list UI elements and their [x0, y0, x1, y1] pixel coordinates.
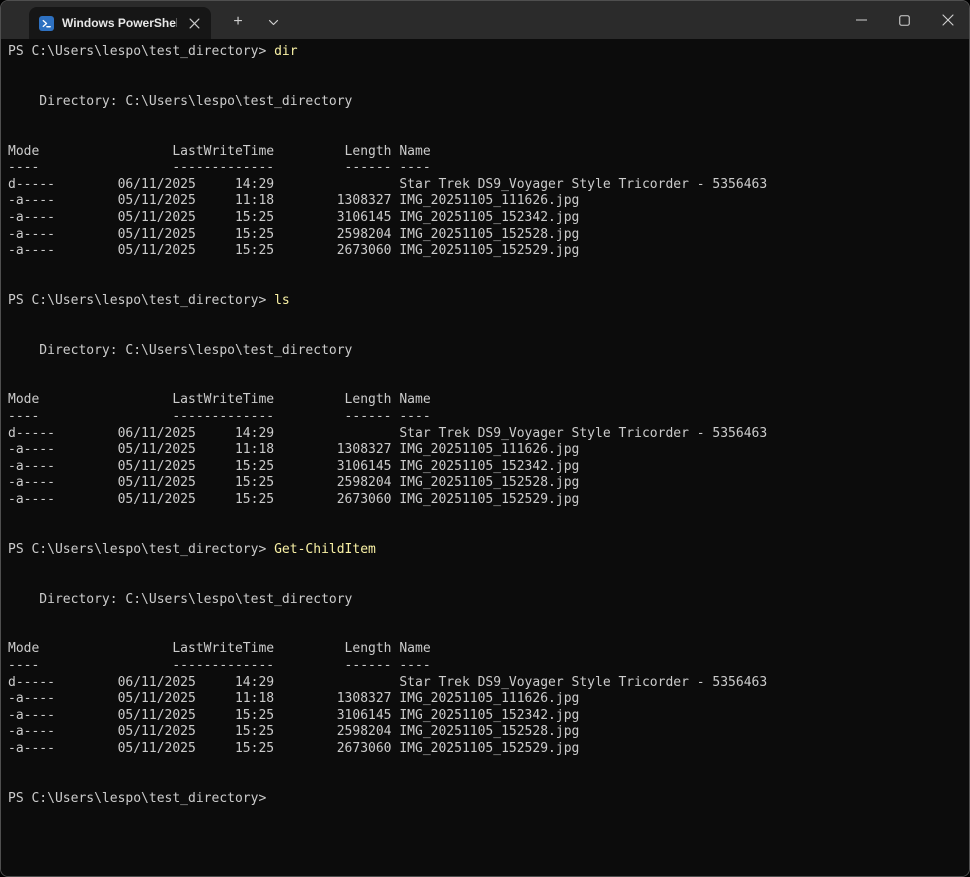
terminal-line: -a---- 05/11/2025 15:25 2598204 IMG_2025…	[8, 475, 969, 492]
output-text: -a---- 05/11/2025 11:18 1308327 IMG_2025…	[8, 442, 579, 457]
terminal-line: -a---- 05/11/2025 11:18 1308327 IMG_2025…	[8, 193, 969, 210]
maximize-icon	[899, 15, 910, 26]
terminal-line	[8, 608, 969, 625]
terminal-line: d----- 06/11/2025 14:29 Star Trek DS9_Vo…	[8, 177, 969, 194]
terminal-window: Windows PowerShell +	[0, 0, 970, 877]
output-text: -a---- 05/11/2025 15:25 2673060 IMG_2025…	[8, 492, 579, 507]
output-text: Mode LastWriteTime Length Name	[8, 641, 431, 656]
terminal-line	[8, 758, 969, 775]
output-text: d----- 06/11/2025 14:29 Star Trek DS9_Vo…	[8, 177, 767, 192]
maximize-button[interactable]	[883, 1, 926, 39]
output-text: ---- ------------- ------ ----	[8, 409, 431, 424]
command-text: Get-ChildItem	[274, 542, 376, 557]
output-text: PS C:\Users\lespo\test_directory>	[8, 44, 274, 59]
titlebar-drag-area[interactable]	[287, 1, 840, 39]
output-text: -a---- 05/11/2025 15:25 3106145 IMG_2025…	[8, 708, 579, 723]
output-text: Mode LastWriteTime Length Name	[8, 144, 431, 159]
output-text: Directory: C:\Users\lespo\test_directory	[8, 343, 352, 358]
output-text: PS C:\Users\lespo\test_directory>	[8, 791, 266, 806]
terminal-line	[8, 525, 969, 542]
terminal-line	[8, 359, 969, 376]
terminal-line: d----- 06/11/2025 14:29 Star Trek DS9_Vo…	[8, 675, 969, 692]
terminal-line	[8, 326, 969, 343]
terminal-line	[8, 110, 969, 127]
terminal-line	[8, 310, 969, 327]
terminal-line	[8, 260, 969, 277]
terminal-line: Mode LastWriteTime Length Name	[8, 392, 969, 409]
terminal-line: -a---- 05/11/2025 15:25 2673060 IMG_2025…	[8, 243, 969, 260]
terminal-line: PS C:\Users\lespo\test_directory>	[8, 791, 969, 808]
output-text: -a---- 05/11/2025 15:25 2598204 IMG_2025…	[8, 475, 579, 490]
output-text: -a---- 05/11/2025 15:25 2673060 IMG_2025…	[8, 741, 579, 756]
chevron-down-icon	[268, 19, 279, 26]
terminal-line: -a---- 05/11/2025 15:25 3106145 IMG_2025…	[8, 708, 969, 725]
terminal-line: -a---- 05/11/2025 15:25 2598204 IMG_2025…	[8, 724, 969, 741]
terminal-output: PS C:\Users\lespo\test_directory> dir Di…	[8, 44, 969, 807]
terminal-line: Directory: C:\Users\lespo\test_directory	[8, 94, 969, 111]
terminal-line	[8, 77, 969, 94]
terminal-line: ---- ------------- ------ ----	[8, 658, 969, 675]
tab-dropdown-button[interactable]	[259, 7, 287, 37]
terminal-line	[8, 558, 969, 575]
terminal-line: Directory: C:\Users\lespo\test_directory	[8, 592, 969, 609]
command-text: dir	[274, 44, 297, 59]
output-text: d----- 06/11/2025 14:29 Star Trek DS9_Vo…	[8, 675, 767, 690]
output-text: -a---- 05/11/2025 15:25 2673060 IMG_2025…	[8, 243, 579, 258]
terminal-line: -a---- 05/11/2025 11:18 1308327 IMG_2025…	[8, 442, 969, 459]
output-text: d----- 06/11/2025 14:29 Star Trek DS9_Vo…	[8, 426, 767, 441]
terminal-line	[8, 376, 969, 393]
new-tab-button[interactable]: +	[221, 7, 255, 37]
titlebar[interactable]: Windows PowerShell +	[1, 1, 969, 39]
terminal-line: -a---- 05/11/2025 11:18 1308327 IMG_2025…	[8, 691, 969, 708]
close-icon	[942, 14, 954, 26]
terminal-line: ---- ------------- ------ ----	[8, 160, 969, 177]
output-text: -a---- 05/11/2025 15:25 2598204 IMG_2025…	[8, 227, 579, 242]
tab-windows-powershell[interactable]: Windows PowerShell	[29, 7, 211, 39]
terminal-line	[8, 774, 969, 791]
output-text: PS C:\Users\lespo\test_directory>	[8, 293, 274, 308]
output-text: -a---- 05/11/2025 15:25 3106145 IMG_2025…	[8, 459, 579, 474]
terminal-screen[interactable]: PS C:\Users\lespo\test_directory> dir Di…	[1, 39, 969, 876]
terminal-line: PS C:\Users\lespo\test_directory> dir	[8, 44, 969, 61]
output-text: -a---- 05/11/2025 11:18 1308327 IMG_2025…	[8, 193, 579, 208]
tab-close-icon[interactable]	[185, 14, 203, 32]
output-text: -a---- 05/11/2025 11:18 1308327 IMG_2025…	[8, 691, 579, 706]
command-text: ls	[274, 293, 290, 308]
terminal-line	[8, 61, 969, 78]
powershell-icon	[39, 16, 54, 31]
terminal-line: Mode LastWriteTime Length Name	[8, 144, 969, 161]
terminal-line: -a---- 05/11/2025 15:25 2598204 IMG_2025…	[8, 227, 969, 244]
minimize-button[interactable]	[840, 1, 883, 39]
terminal-line	[8, 625, 969, 642]
output-text: PS C:\Users\lespo\test_directory>	[8, 542, 274, 557]
output-text: ---- ------------- ------ ----	[8, 160, 431, 175]
output-text: Mode LastWriteTime Length Name	[8, 392, 431, 407]
output-text: -a---- 05/11/2025 15:25 2598204 IMG_2025…	[8, 724, 579, 739]
terminal-line	[8, 509, 969, 526]
output-text: ---- ------------- ------ ----	[8, 658, 431, 673]
terminal-line: ---- ------------- ------ ----	[8, 409, 969, 426]
terminal-line: -a---- 05/11/2025 15:25 2673060 IMG_2025…	[8, 492, 969, 509]
terminal-line: PS C:\Users\lespo\test_directory> Get-Ch…	[8, 542, 969, 559]
terminal-line	[8, 575, 969, 592]
terminal-line: Mode LastWriteTime Length Name	[8, 641, 969, 658]
terminal-line: Directory: C:\Users\lespo\test_directory	[8, 343, 969, 360]
terminal-line: PS C:\Users\lespo\test_directory> ls	[8, 293, 969, 310]
terminal-line: -a---- 05/11/2025 15:25 2673060 IMG_2025…	[8, 741, 969, 758]
terminal-line: -a---- 05/11/2025 15:25 3106145 IMG_2025…	[8, 210, 969, 227]
close-window-button[interactable]	[926, 1, 969, 39]
terminal-line	[8, 127, 969, 144]
output-text: Directory: C:\Users\lespo\test_directory	[8, 592, 352, 607]
terminal-line	[8, 276, 969, 293]
minimize-icon	[856, 19, 867, 21]
tab-title: Windows PowerShell	[62, 16, 177, 30]
terminal-line: d----- 06/11/2025 14:29 Star Trek DS9_Vo…	[8, 426, 969, 443]
output-text: Directory: C:\Users\lespo\test_directory	[8, 94, 352, 109]
output-text: -a---- 05/11/2025 15:25 3106145 IMG_2025…	[8, 210, 579, 225]
terminal-line: -a---- 05/11/2025 15:25 3106145 IMG_2025…	[8, 459, 969, 476]
